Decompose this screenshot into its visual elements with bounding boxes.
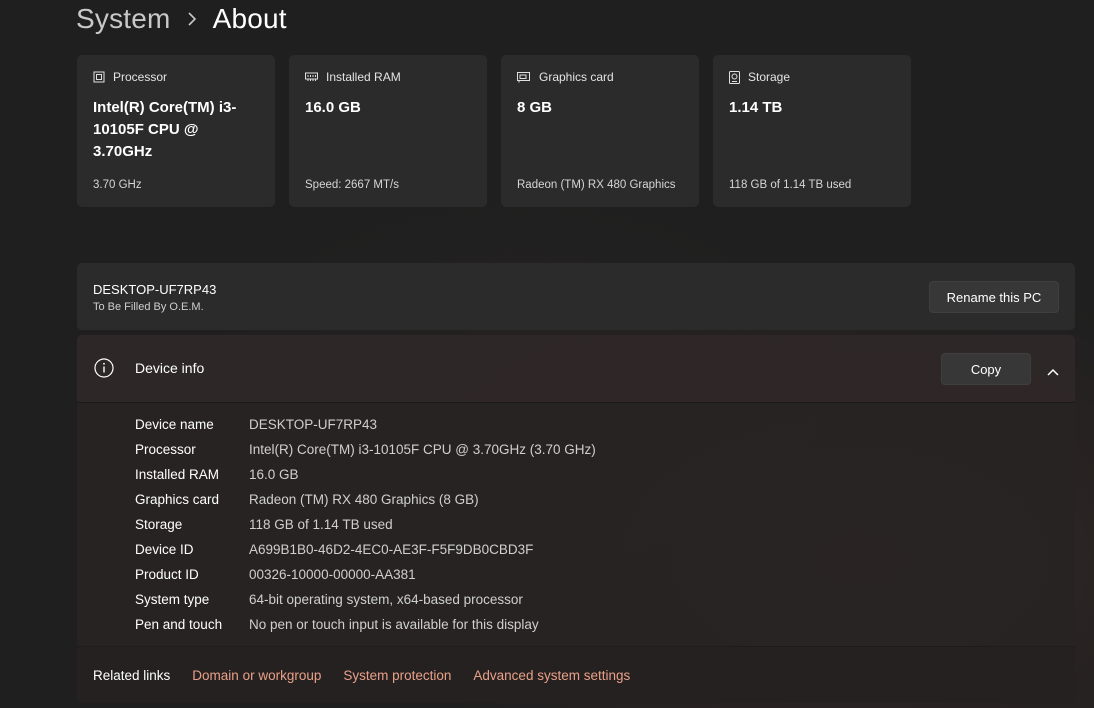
device-info-row-pen-touch: Pen and touch No pen or touch input is a… — [135, 612, 596, 637]
row-label: System type — [135, 592, 210, 607]
ram-card: Installed RAM 16.0 GB Speed: 2667 MT/s — [289, 55, 487, 207]
storage-icon — [729, 70, 740, 84]
device-info-row-device-name: Device name DESKTOP-UF7RP43 — [135, 412, 596, 437]
card-subtext: Speed: 2667 MT/s — [305, 179, 399, 191]
row-value: DESKTOP-UF7RP43 — [249, 417, 378, 432]
card-title: Storage — [748, 70, 791, 84]
pc-name-section: DESKTOP-UF7RP43 To Be Filled By O.E.M. R… — [77, 263, 1075, 330]
advanced-system-settings-link[interactable]: Advanced system settings — [473, 668, 630, 683]
device-info-row-system-type: System type 64-bit operating system, x64… — [135, 587, 596, 612]
pc-oem: To Be Filled By O.E.M. — [93, 301, 204, 313]
row-label: Graphics card — [135, 492, 220, 507]
card-value: 1.14 TB — [729, 99, 783, 116]
rename-pc-button[interactable]: Rename this PC — [929, 281, 1059, 313]
card-value: 8 GB — [517, 99, 553, 116]
row-label: Device name — [135, 417, 214, 432]
card-subtext: Radeon (TM) RX 480 Graphics — [517, 179, 676, 191]
processor-icon — [93, 71, 105, 83]
card-value: 16.0 GB — [305, 99, 361, 116]
page-title: About — [212, 3, 287, 34]
device-info-row-graphics: Graphics card Radeon (TM) RX 480 Graphic… — [135, 487, 596, 512]
device-info-row-storage: Storage 118 GB of 1.14 TB used — [135, 512, 596, 537]
card-title: Graphics card — [539, 70, 614, 84]
spec-cards: Processor Intel(R) Core(TM) i3-10105F CP… — [77, 55, 911, 207]
row-value: 64-bit operating system, x64-based proce… — [249, 592, 523, 607]
storage-card: Storage 1.14 TB 118 GB of 1.14 TB used — [713, 55, 911, 207]
chevron-right-icon — [187, 12, 197, 26]
chevron-up-icon[interactable] — [1047, 363, 1059, 381]
card-value: Intel(R) Core(TM) i3-10105F CPU @ 3.70GH… — [93, 99, 237, 160]
row-label: Device ID — [135, 542, 194, 557]
device-info-row-product-id: Product ID 00326-10000-00000-AA381 — [135, 562, 596, 587]
related-links-title: Related links — [93, 667, 171, 683]
about-page: System About Processor Intel(R) Core(TM)… — [0, 0, 1094, 708]
device-info-rows: Device name DESKTOP-UF7RP43 Processor In… — [135, 412, 596, 637]
card-subtext: 3.70 GHz — [93, 179, 142, 191]
row-value: No pen or touch input is available for t… — [249, 617, 539, 632]
breadcrumb-system[interactable]: System — [76, 3, 171, 35]
device-info-title: Device info — [135, 360, 205, 376]
card-subtext: 118 GB of 1.14 TB used — [729, 179, 852, 191]
device-info-row-processor: Processor Intel(R) Core(TM) i3-10105F CP… — [135, 437, 596, 462]
copy-button[interactable]: Copy — [941, 353, 1031, 385]
info-icon — [94, 358, 114, 383]
ram-icon — [305, 72, 318, 82]
row-value: 16.0 GB — [249, 467, 299, 482]
pc-name: DESKTOP-UF7RP43 — [93, 282, 217, 297]
device-info-section: Device info Copy Device name DESKTOP-UF7… — [77, 335, 1075, 703]
graphics-card-icon — [517, 71, 531, 83]
row-value: A699B1B0-46D2-4EC0-AE3F-F5F9DB0CBD3F — [249, 542, 534, 557]
device-info-row-ram: Installed RAM 16.0 GB — [135, 462, 596, 487]
breadcrumb: System About — [76, 0, 287, 38]
row-value: 118 GB of 1.14 TB used — [249, 517, 393, 532]
graphics-card-card: Graphics card 8 GB Radeon (TM) RX 480 Gr… — [501, 55, 699, 207]
card-title: Processor — [113, 70, 168, 84]
row-value: Radeon (TM) RX 480 Graphics (8 GB) — [249, 492, 479, 507]
row-label: Pen and touch — [135, 617, 223, 632]
row-label: Product ID — [135, 567, 199, 582]
system-protection-link[interactable]: System protection — [343, 668, 451, 683]
row-label: Processor — [135, 442, 196, 457]
card-title: Installed RAM — [326, 70, 401, 84]
domain-workgroup-link[interactable]: Domain or workgroup — [192, 668, 321, 683]
row-label: Storage — [135, 517, 183, 532]
device-info-row-device-id: Device ID A699B1B0-46D2-4EC0-AE3F-F5F9DB… — [135, 537, 596, 562]
related-links: Related links Domain or workgroup System… — [77, 646, 1075, 703]
row-label: Installed RAM — [135, 467, 220, 482]
processor-card: Processor Intel(R) Core(TM) i3-10105F CP… — [77, 55, 275, 207]
device-info-header[interactable]: Device info Copy — [77, 335, 1075, 403]
row-value: 00326-10000-00000-AA381 — [249, 567, 416, 582]
row-value: Intel(R) Core(TM) i3-10105F CPU @ 3.70GH… — [249, 442, 596, 457]
